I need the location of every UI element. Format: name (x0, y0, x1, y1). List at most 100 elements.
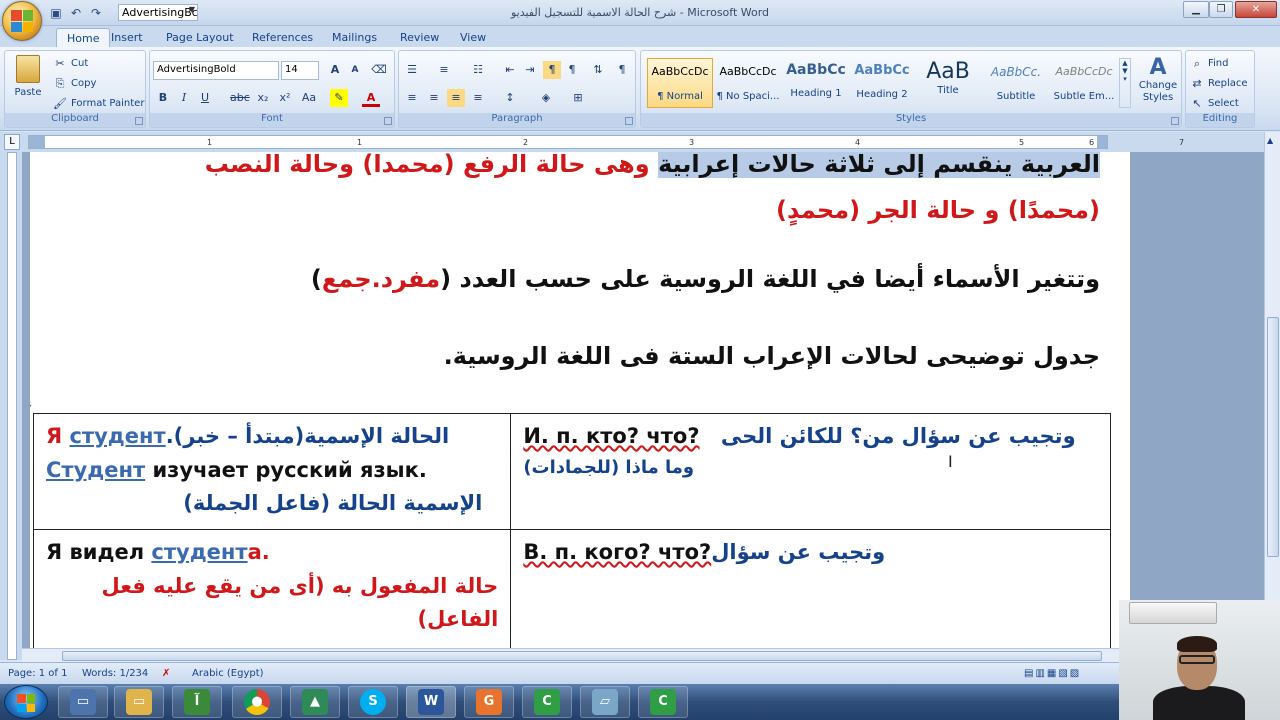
page-count[interactable]: Page: 1 of 1 (8, 668, 67, 679)
multilevel-list-icon[interactable]: ☷ (469, 61, 487, 79)
strikethrough-icon[interactable]: abc (230, 89, 250, 107)
style-title[interactable]: AaB Title (915, 58, 981, 108)
decrease-indent-icon[interactable]: ⇤ (501, 61, 519, 79)
paste-button[interactable]: Paste (11, 55, 45, 111)
undo-icon[interactable]: ↶ (68, 5, 84, 21)
sort-icon[interactable]: ⇅ (589, 61, 607, 79)
ru-word: Я (46, 424, 63, 448)
taskbar-app-ayat[interactable]: آ (172, 686, 222, 718)
bullets-icon[interactable]: ☰ (403, 61, 421, 79)
save-icon[interactable]: ▣ (48, 5, 64, 21)
language-indicator[interactable]: Arabic (Egypt) (192, 668, 264, 679)
minimize-button[interactable]: ▁ (1183, 1, 1209, 18)
table-cell[interactable]: В. п. кого? что?وتجيب عن سؤال (510, 529, 1111, 648)
line-spacing-icon[interactable]: ↕ (501, 89, 519, 107)
tab-page-layout[interactable]: Page Layout (156, 28, 244, 47)
horizontal-scrollbar[interactable] (22, 648, 1120, 662)
restore-button[interactable]: ❐ (1209, 1, 1233, 18)
bold-icon[interactable]: B (154, 89, 172, 107)
taskbar-explorer-monitor[interactable]: ▭ (58, 686, 108, 718)
style-heading-2[interactable]: AaBbCc Heading 2 (849, 58, 915, 108)
title-bar: ▣ ↶ ↷ AdvertisingBc ▼ شرح الحالة الاسمية… (0, 0, 1280, 41)
dialog-launcher-icon[interactable] (1171, 117, 1179, 125)
table-cell[interactable]: И. п. кто? что? وتجيب عن سؤال من؟ للكائن… (510, 413, 1111, 530)
clear-formatting-icon[interactable]: ⌫ (370, 61, 388, 79)
font-color-icon[interactable]: A (362, 89, 380, 107)
subscript-icon[interactable]: x₂ (254, 89, 272, 107)
vertical-ruler[interactable] (7, 152, 17, 660)
styles-scroll[interactable]: ▲ ▼ ▾ (1119, 58, 1131, 108)
align-right-icon[interactable]: ≡ (447, 89, 465, 107)
cut-button[interactable]: Cut (71, 58, 88, 69)
taskbar-notes[interactable]: ▱ (580, 686, 630, 718)
font-size-combo[interactable]: 14 (281, 61, 319, 80)
table-cell[interactable]: Я студент.(مبتدأ – خبر)الحالة الإسمية Ст… (32, 413, 512, 530)
style-heading-1[interactable]: AaBbCc Heading 1 (783, 58, 849, 108)
copy-button[interactable]: Copy (71, 78, 96, 89)
center-icon[interactable]: ≡ (425, 89, 443, 107)
superscript-icon[interactable]: x² (276, 89, 294, 107)
find-button[interactable]: Find (1208, 58, 1229, 69)
taskbar-camtasia-2[interactable]: C (638, 686, 688, 718)
show-marks-icon[interactable]: ¶ (613, 61, 631, 79)
borders-icon[interactable]: ⊞ (569, 89, 587, 107)
ltr-icon[interactable]: ¶ (563, 61, 581, 79)
horizontal-ruler[interactable]: 1 1 2 3 4 5 6 7 (28, 135, 1184, 149)
underline-icon[interactable]: U (196, 89, 214, 107)
select-button[interactable]: Select (1208, 98, 1239, 109)
align-left-icon[interactable]: ≡ (403, 89, 421, 107)
taskbar-word[interactable]: W (406, 686, 456, 718)
view-buttons[interactable]: ▤▥▦▧▨ (1024, 668, 1081, 679)
close-button[interactable]: ✕ (1235, 1, 1277, 18)
qat-font-combo[interactable]: AdvertisingBc ▼ (118, 4, 198, 21)
italic-icon[interactable]: I (175, 89, 193, 107)
table-move-handle-icon[interactable]: ✥ (30, 402, 32, 412)
grow-font-icon[interactable]: A (326, 61, 344, 79)
style-no-spacing[interactable]: AaBbCcDc ¶ No Spaci... (715, 58, 781, 108)
ru-text: изучает русский язык. (152, 457, 427, 482)
tab-insert[interactable]: Insert (101, 28, 153, 47)
shading-icon[interactable]: ◈ (537, 89, 555, 107)
replace-button[interactable]: Replace (1208, 78, 1248, 89)
highlight-icon[interactable]: ✎ (330, 89, 348, 107)
proofing-icon[interactable]: ✗ (162, 668, 170, 679)
paragraph-group-label: Paragraph (399, 113, 635, 127)
change-styles-icon: A (1149, 55, 1167, 80)
taskbar-app-triangle[interactable]: ▲ (290, 686, 340, 718)
change-case-icon[interactable]: Aa (300, 89, 318, 107)
numbering-icon[interactable]: ≡ (435, 61, 453, 79)
redo-icon[interactable]: ↷ (88, 5, 104, 21)
taskbar-pdf[interactable]: G (464, 686, 514, 718)
tab-review[interactable]: Review (390, 28, 449, 47)
scroll-thumb[interactable] (1267, 317, 1279, 557)
increase-indent-icon[interactable]: ⇥ (521, 61, 539, 79)
vertical-scrollbar[interactable]: ▲ (1264, 132, 1280, 648)
word-count[interactable]: Words: 1/234 (82, 668, 148, 679)
rtl-icon[interactable]: ¶ (543, 61, 561, 79)
table-cell[interactable]: Я видел студента. حالة المفعول به (أى من… (32, 529, 512, 648)
change-styles-button[interactable]: A Change Styles (1135, 55, 1181, 113)
taskbar-skype[interactable]: S (348, 686, 398, 718)
scroll-up-icon[interactable]: ▲ (1267, 136, 1273, 145)
style-normal[interactable]: AaBbCcDc ¶ Normal (647, 58, 713, 108)
taskbar-camtasia[interactable]: C (522, 686, 572, 718)
document-page[interactable]: العربية ينقسم إلى ثلاثة حالات إعرابية وه… (30, 152, 1130, 648)
start-button[interactable] (4, 685, 48, 719)
tab-view[interactable]: View (450, 28, 496, 47)
justify-icon[interactable]: ≡ (469, 89, 487, 107)
style-subtitle[interactable]: AaBbCc. Subtitle (983, 58, 1049, 108)
scroll-thumb[interactable] (62, 651, 1102, 661)
tab-references[interactable]: References (242, 28, 323, 47)
dialog-launcher-icon[interactable] (384, 117, 392, 125)
tab-selector-button[interactable]: L (4, 134, 20, 150)
style-subtle-emphasis[interactable]: AaBbCcDc Subtle Em... (1051, 58, 1117, 108)
dialog-launcher-icon[interactable] (625, 117, 633, 125)
taskbar-chrome[interactable]: ● (232, 686, 282, 718)
shrink-font-icon[interactable]: A (346, 61, 364, 79)
format-painter-button[interactable]: Format Painter (71, 98, 144, 109)
font-name-combo[interactable]: AdvertisingBold (153, 61, 279, 80)
office-button[interactable] (2, 1, 42, 41)
tab-mailings[interactable]: Mailings (322, 28, 387, 47)
dialog-launcher-icon[interactable] (135, 117, 143, 125)
taskbar-folder[interactable]: ▭ (114, 686, 164, 718)
